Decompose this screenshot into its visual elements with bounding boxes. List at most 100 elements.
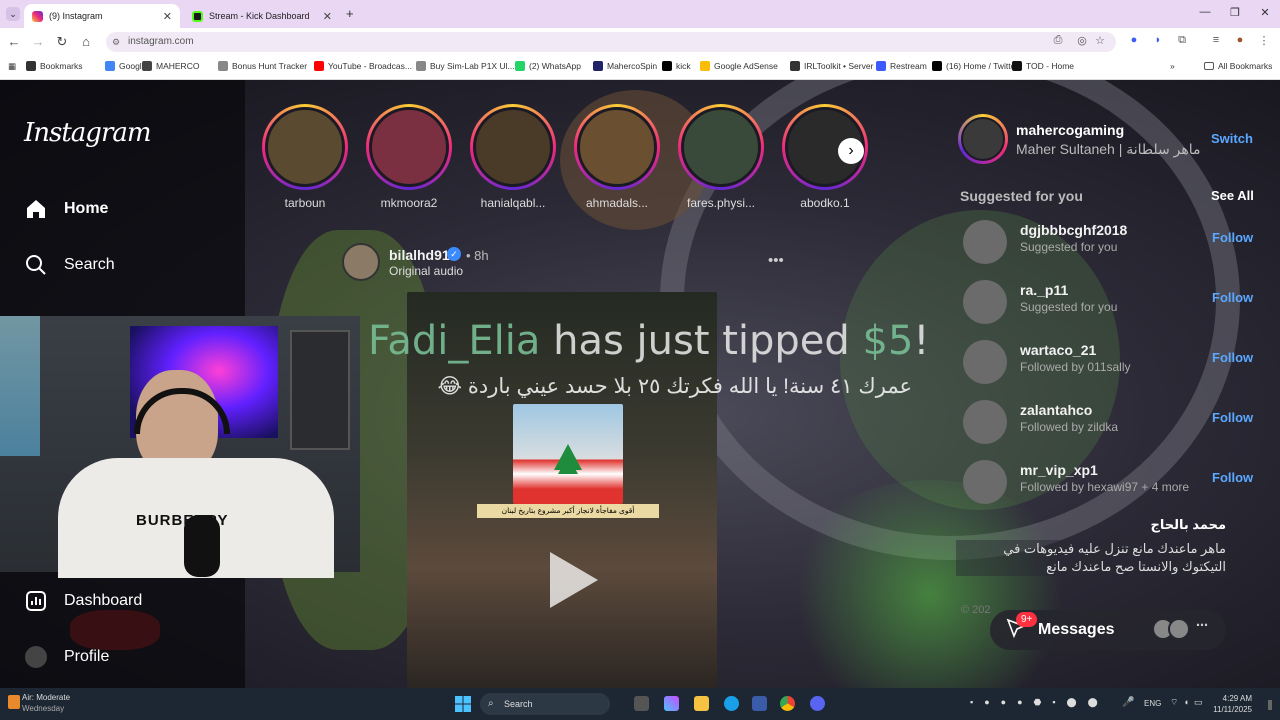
extensions-icon[interactable]: ⧉ <box>1174 34 1190 47</box>
restore-icon[interactable]: ❐ <box>1226 6 1244 19</box>
story-item[interactable]: fares.physi... <box>678 104 764 210</box>
profile-avatar-icon[interactable]: ● <box>1232 34 1248 46</box>
copyright-text: © 202 <box>961 604 991 616</box>
close-tab-icon[interactable]: ✕ <box>323 10 332 23</box>
story-item[interactable]: ahmadals... <box>574 104 660 210</box>
instagram-favicon-icon <box>32 10 43 22</box>
chrome-icon[interactable] <box>780 696 795 711</box>
avatar[interactable] <box>963 460 1007 504</box>
nav-dashboard[interactable]: Dashboard <box>24 589 142 613</box>
forward-icon[interactable]: → <box>30 34 46 49</box>
bookmark-item[interactable]: Bookmarks <box>26 61 83 71</box>
follow-button[interactable]: Follow <box>1212 290 1253 305</box>
avatar[interactable] <box>963 400 1007 444</box>
bookmark-item[interactable]: Bonus Hunt Tracker <box>218 61 307 71</box>
avatar[interactable] <box>963 340 1007 384</box>
bookmark-item[interactable]: (16) Home / Twitter <box>932 61 1018 71</box>
suggested-username[interactable]: zalantahco <box>1020 402 1092 418</box>
incognito-icon[interactable]: ◎ <box>1074 34 1090 47</box>
instagram-logo[interactable]: Instagram <box>24 118 152 148</box>
avatar[interactable] <box>963 220 1007 264</box>
bookmark-item[interactable]: Buy Sim-Lab P1X Ul... <box>416 61 515 71</box>
file-explorer-icon[interactable] <box>694 696 709 711</box>
microphone-tray-icon[interactable]: 🎤 <box>1122 697 1134 708</box>
tab-instagram[interactable]: (9) Instagram ✕ <box>24 4 180 28</box>
bookmark-item[interactable]: Restream <box>876 61 927 71</box>
minimize-icon[interactable]: — <box>1196 6 1214 18</box>
task-view-icon[interactable] <box>634 696 649 711</box>
bookmark-item[interactable]: TOD - Home <box>1012 61 1074 71</box>
bookmark-item[interactable]: Google AdSense <box>700 61 778 71</box>
store-icon[interactable] <box>752 696 767 711</box>
nav-profile[interactable]: Profile <box>24 645 109 669</box>
stories-next-button[interactable]: › <box>838 138 864 164</box>
nav-label: Dashboard <box>64 592 143 609</box>
new-tab-button[interactable]: + <box>346 6 354 21</box>
windows-start-icon[interactable] <box>455 696 471 712</box>
system-tray-icons[interactable]: ▪●●●⬣▪⬤⬤ <box>970 697 1109 708</box>
extension-1-icon[interactable]: ● <box>1126 34 1142 46</box>
suggested-username[interactable]: ra._p11 <box>1020 282 1068 298</box>
more-icon: ⋯ <box>1196 618 1208 632</box>
close-window-icon[interactable]: ✕ <box>1256 6 1274 19</box>
post-author-avatar[interactable] <box>342 243 380 281</box>
bookmarks-overflow-icon[interactable]: » <box>1170 61 1175 71</box>
post-more-options-icon[interactable]: ••• <box>768 252 784 269</box>
suggested-username[interactable]: dgjbbbcghf2018 <box>1020 222 1127 238</box>
bookmark-item[interactable]: MahercoSpin <box>593 61 657 71</box>
clock[interactable]: 4:29 AM 11/11/2025 <box>1208 693 1252 715</box>
reload-icon[interactable]: ↻ <box>54 34 70 50</box>
chrome-menu-icon[interactable]: ⋮ <box>1256 34 1272 47</box>
switch-account-button[interactable]: Switch <box>1211 131 1253 146</box>
post-audio-link[interactable]: Original audio <box>389 264 463 278</box>
extension-2-icon[interactable]: ◗ <box>1150 34 1166 46</box>
star-icon <box>26 61 36 71</box>
play-icon[interactable] <box>538 548 602 612</box>
follow-button[interactable]: Follow <box>1212 410 1253 425</box>
follow-button[interactable]: Follow <box>1212 230 1253 245</box>
story-item[interactable]: hanialqabl... <box>470 104 556 210</box>
language-indicator[interactable]: ENG <box>1144 699 1161 708</box>
follow-button[interactable]: Follow <box>1212 470 1253 485</box>
site-info-icon[interactable]: ⚙ <box>112 32 120 52</box>
network-volume-battery-icons[interactable]: ⌔◖▭ <box>1170 697 1207 708</box>
close-tab-icon[interactable]: ✕ <box>163 10 172 23</box>
back-icon[interactable]: ← <box>6 34 22 49</box>
nav-search[interactable]: Search <box>24 253 115 277</box>
bookmark-item[interactable]: MAHERCO <box>142 61 199 71</box>
copilot-icon[interactable] <box>664 696 679 711</box>
suggested-user: zalantahco Followed by zildka Follow <box>963 398 1253 448</box>
bookmark-item[interactable]: kick <box>662 61 691 71</box>
post-author-username[interactable]: bilalhd91 <box>389 247 450 263</box>
my-avatar[interactable] <box>958 114 1008 164</box>
show-desktop-button[interactable] <box>1268 700 1272 710</box>
home-browser-icon[interactable]: ⌂ <box>78 34 94 49</box>
story-item[interactable]: tarboun <box>262 104 348 210</box>
tab-kick-dashboard[interactable]: Stream - Kick Dashboard ✕ <box>184 4 340 28</box>
kick-favicon-icon <box>192 10 203 22</box>
story-item[interactable]: mkmoora2 <box>366 104 452 210</box>
taskbar-search[interactable]: ⌕ Search <box>480 693 610 715</box>
bookmark-item[interactable]: IRLToolkit • Server <box>790 61 873 71</box>
video-caption-banner: أقوى مفاجأة لانجاز أكبر مشروع بتاريخ لبن… <box>477 504 659 518</box>
bookmark-item[interactable]: Google <box>105 61 146 71</box>
see-all-button[interactable]: See All <box>1211 188 1254 203</box>
bookmark-star-icon[interactable]: ☆ <box>1092 34 1108 47</box>
suggested-username[interactable]: mr_vip_xp1 <box>1020 462 1098 478</box>
discord-icon[interactable] <box>810 696 825 711</box>
follow-button[interactable]: Follow <box>1212 350 1253 365</box>
bookmark-item[interactable]: (2) WhatsApp <box>515 61 581 71</box>
install-app-icon[interactable]: ⎙ <box>1050 34 1066 47</box>
edge-icon[interactable] <box>724 696 739 711</box>
apps-grid-icon[interactable]: ▦ <box>8 61 16 72</box>
avatar[interactable] <box>963 280 1007 324</box>
weather-widget[interactable]: Air: Moderate Wednesday <box>22 692 70 714</box>
nav-home[interactable]: Home <box>24 197 108 221</box>
tab-search-button[interactable]: ⌄ <box>6 7 20 21</box>
address-bar[interactable]: ⚙ instagram.com <box>106 32 1116 52</box>
suggested-username[interactable]: wartaco_21 <box>1020 342 1096 358</box>
bookmark-item[interactable]: YouTube - Broadcas... <box>314 61 412 71</box>
all-bookmarks-folder[interactable]: All Bookmarks <box>1204 61 1272 71</box>
tab-media-icon[interactable]: ≡ <box>1208 34 1224 46</box>
my-username[interactable]: mahercogaming <box>1016 122 1124 138</box>
